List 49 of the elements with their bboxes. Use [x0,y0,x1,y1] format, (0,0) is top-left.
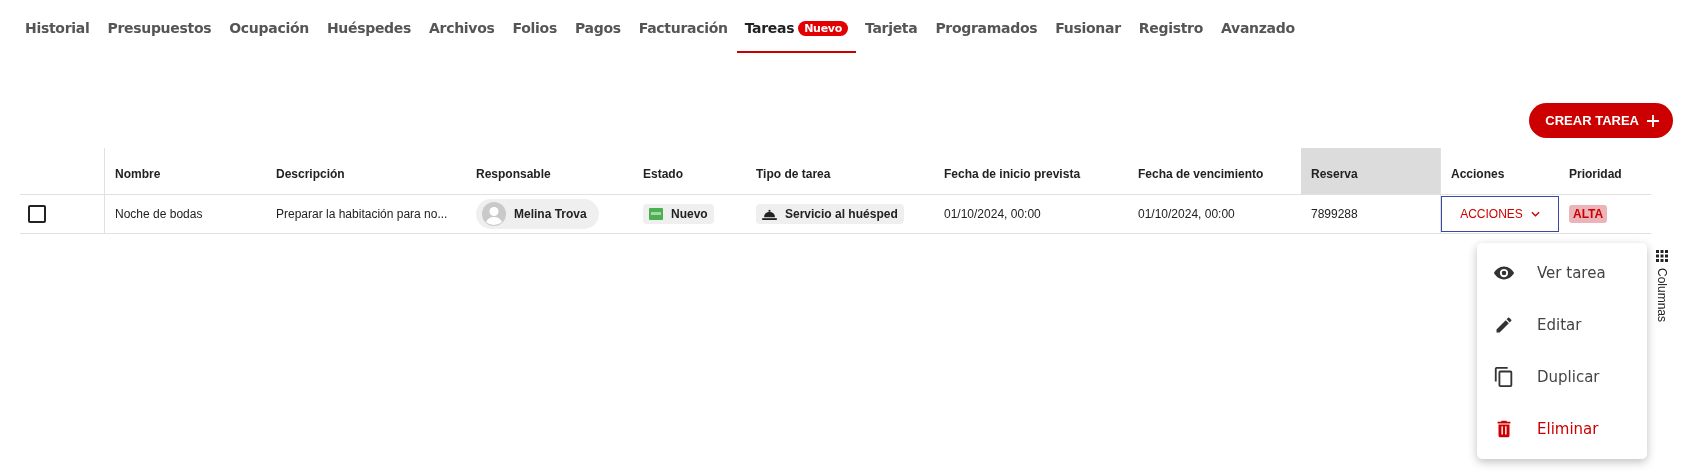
task-type-chip: Servicio al huésped [756,204,904,224]
tab[interactable]: Avanzado [1212,14,1304,53]
table-cell: 7899288 [1311,207,1358,221]
plus-icon [1647,114,1659,127]
create-task-button[interactable]: CREAR TAREA [1529,103,1673,138]
tab[interactable]: Tareas Nuevo [736,14,856,53]
tab[interactable]: Folios [503,14,566,53]
new-icon [649,208,663,220]
column-header[interactable]: Reserva [1301,148,1440,194]
columns-button[interactable]: Columnas [1655,250,1669,323]
column-header[interactable]: Responsable [466,148,633,194]
caret-icon [1530,211,1540,217]
column-header[interactable]: Descripción [266,148,466,194]
tab[interactable]: Registro [1129,14,1212,53]
column-header[interactable]: Prioridad [1559,148,1659,194]
menu-item[interactable]: Ver tarea [1477,247,1647,299]
tab[interactable]: Huéspedes [317,14,421,53]
tab[interactable]: Fusionar [1046,14,1130,53]
tab[interactable]: Presupuestos [98,14,221,53]
column-header[interactable]: Nombre [105,148,266,194]
copy-icon [1493,366,1515,388]
column-header[interactable]: Fecha de vencimiento [1128,148,1301,194]
cloche-icon [762,208,777,220]
tab[interactable]: Ocupación [220,14,318,53]
new-badge: Nuevo [798,20,848,36]
tab[interactable]: Facturación [629,14,737,53]
checkbox[interactable] [28,205,46,223]
tab[interactable]: Historial [16,14,99,53]
tab[interactable]: Archivos [420,14,504,53]
menu-item[interactable]: Editar [1477,299,1647,351]
menu-item[interactable]: Eliminar [1477,403,1647,455]
table-cell: Preparar la habitación para no... [276,207,448,221]
column-header[interactable]: Estado [633,148,746,194]
tab[interactable]: Pagos [565,14,630,53]
status-chip: Nuevo [643,204,714,224]
column-header[interactable]: Fecha de inicio prevista [934,148,1128,194]
column-header[interactable]: Tipo de tarea [746,148,934,194]
tab[interactable]: Programados [926,14,1047,53]
grid-icon [1656,250,1668,262]
avatar-icon [482,202,506,226]
table-cell: 01/10/2024, 00:00 [944,207,1041,221]
menu-item[interactable]: Duplicar [1477,351,1647,403]
actions-dropdown[interactable]: ACCIONES [1441,196,1559,232]
priority-badge: ALTA [1569,205,1608,223]
table-cell: 01/10/2024, 00:00 [1138,207,1235,221]
table-cell: Noche de bodas [115,207,203,221]
tab[interactable]: Tarjeta [855,14,927,53]
assignee-chip: Melina Trova [476,199,599,229]
column-header[interactable]: Acciones [1440,148,1559,194]
